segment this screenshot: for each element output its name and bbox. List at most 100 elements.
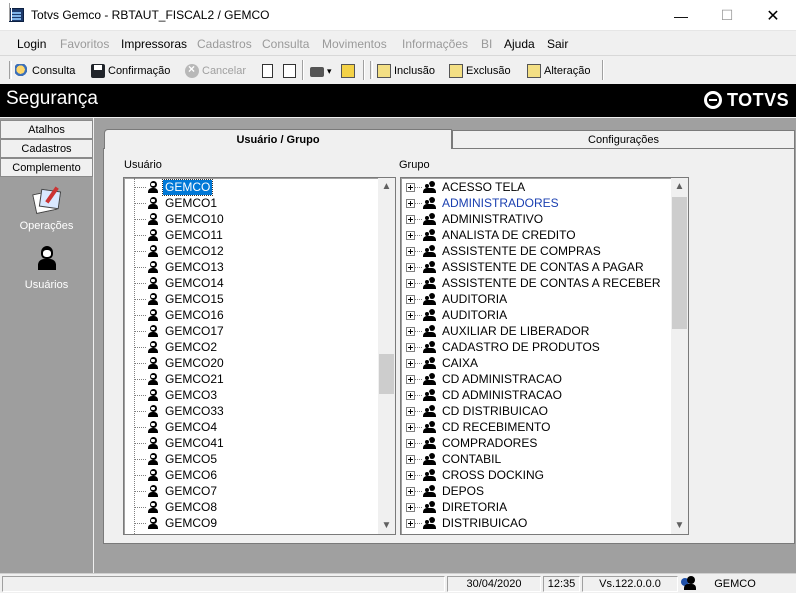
- scroll-down-arrow-icon[interactable]: ▼: [671, 517, 688, 534]
- user-tree-item[interactable]: GEMCO41: [124, 435, 376, 451]
- cancelar-button[interactable]: Cancelar: [185, 62, 246, 80]
- new-document-button[interactable]: [262, 62, 273, 80]
- scroll-up-arrow-icon[interactable]: ▲: [378, 178, 395, 195]
- expand-plus-icon[interactable]: [406, 231, 415, 240]
- sidebar-tab-cadastros[interactable]: Cadastros: [0, 139, 93, 158]
- user-tree-item[interactable]: GEMCO15: [124, 291, 376, 307]
- expand-plus-icon[interactable]: [406, 263, 415, 272]
- menu-item-movimentos[interactable]: Movimentos: [322, 37, 387, 51]
- confirmacao-button[interactable]: Confirmação: [91, 62, 170, 80]
- user-tree-item[interactable]: GEMCO7: [124, 483, 376, 499]
- menu-item-impressoras[interactable]: Impressoras: [121, 37, 187, 51]
- scroll-down-arrow-icon[interactable]: ▼: [378, 517, 395, 534]
- expand-plus-icon[interactable]: [406, 375, 415, 384]
- user-tree-item[interactable]: GEMCO20: [124, 355, 376, 371]
- user-tree-item[interactable]: GEMCO6: [124, 467, 376, 483]
- group-tree-item[interactable]: CAIXA: [401, 355, 669, 371]
- user-tree-item[interactable]: GEMCO13: [124, 259, 376, 275]
- user-tree-item[interactable]: GEMCO5: [124, 451, 376, 467]
- user-tree-item[interactable]: GEMCO33: [124, 403, 376, 419]
- group-tree-item[interactable]: CD DISTRIBUICAO: [401, 403, 669, 419]
- group-tree-item[interactable]: ADMINISTRADORES: [401, 195, 669, 211]
- menu-item-ajuda[interactable]: Ajuda: [504, 37, 535, 51]
- user-tree-item[interactable]: GEMCO9: [124, 515, 376, 531]
- menu-item-bi[interactable]: BI: [481, 37, 492, 51]
- group-tree-item[interactable]: ASSISTENTE DE CONTAS A PAGAR: [401, 259, 669, 275]
- menu-item-login[interactable]: Login: [17, 37, 46, 51]
- close-button[interactable]: ✕: [750, 0, 796, 31]
- expand-plus-icon[interactable]: [406, 183, 415, 192]
- user-tree-item[interactable]: GEMCO: [124, 178, 376, 196]
- exclusao-button[interactable]: Exclusão: [449, 62, 511, 80]
- user-tree-item[interactable]: GEMCO21: [124, 371, 376, 387]
- menu-item-sair[interactable]: Sair: [547, 37, 568, 51]
- group-tree-item[interactable]: AUDITORIA: [401, 307, 669, 323]
- group-tree-item[interactable]: ASSISTENTE DE COMPRAS: [401, 243, 669, 259]
- user-tree-item[interactable]: GEMCO11: [124, 227, 376, 243]
- user-list-scrollbar[interactable]: ▲ ▼: [378, 178, 395, 534]
- user-tree-item[interactable]: GEMCO14: [124, 275, 376, 291]
- user-tree-item[interactable]: GEMCO8: [124, 499, 376, 515]
- group-list-scrollbar[interactable]: ▲ ▼: [671, 178, 688, 534]
- expand-plus-icon[interactable]: [406, 503, 415, 512]
- tab-configuracoes[interactable]: Configurações: [452, 130, 795, 148]
- group-tree-item[interactable]: ACESSO TELA: [401, 179, 669, 195]
- group-tree-item[interactable]: CADASTRO DE PRODUTOS: [401, 339, 669, 355]
- group-tree-item[interactable]: DISTRIBUICAO: [401, 515, 669, 531]
- group-tree-item[interactable]: AUXILIAR DE LIBERADOR: [401, 323, 669, 339]
- expand-plus-icon[interactable]: [406, 295, 415, 304]
- group-tree-item[interactable]: ANALISTA DE CREDITO: [401, 227, 669, 243]
- scroll-thumb[interactable]: [672, 197, 687, 329]
- expand-plus-icon[interactable]: [406, 407, 415, 416]
- inclusao-button[interactable]: Inclusão: [377, 62, 435, 80]
- group-tree-item[interactable]: CONTABIL: [401, 451, 669, 467]
- expand-plus-icon[interactable]: [406, 423, 415, 432]
- expand-plus-icon[interactable]: [406, 343, 415, 352]
- sidebar-tab-complemento[interactable]: Complemento: [0, 158, 93, 177]
- sidebar-item-operacoes[interactable]: Operações: [0, 186, 93, 232]
- expand-plus-icon[interactable]: [406, 391, 415, 400]
- expand-plus-icon[interactable]: [406, 471, 415, 480]
- menu-item-cadastros[interactable]: Cadastros: [197, 37, 252, 51]
- menu-item-informacoes[interactable]: Informações: [402, 37, 468, 51]
- expand-plus-icon[interactable]: [406, 487, 415, 496]
- expand-plus-icon[interactable]: [406, 455, 415, 464]
- group-tree-item[interactable]: DEPOS: [401, 483, 669, 499]
- group-tree-item[interactable]: CD RECEBIMENTO: [401, 419, 669, 435]
- user-tree-item[interactable]: GEMCO3: [124, 387, 376, 403]
- group-tree-item[interactable]: CD ADMINISTRACAO: [401, 371, 669, 387]
- group-tree-item[interactable]: AUDITORIA: [401, 291, 669, 307]
- user-tree-item[interactable]: GEMCO4: [124, 419, 376, 435]
- group-tree-item[interactable]: COMPRADORES: [401, 435, 669, 451]
- scroll-up-arrow-icon[interactable]: ▲: [671, 178, 688, 195]
- user-tree-item[interactable]: GEMCO17: [124, 323, 376, 339]
- consulta-button[interactable]: Consulta: [15, 62, 75, 80]
- group-tree-item[interactable]: ADMINISTRATIVO: [401, 211, 669, 227]
- copy-document-button[interactable]: [283, 62, 296, 80]
- group-tree-list[interactable]: ACESSO TELA ADMINISTRADORES ADMINISTRATIVO…: [400, 177, 689, 535]
- scroll-thumb[interactable]: [379, 354, 394, 394]
- print-button[interactable]: ▾: [310, 62, 332, 80]
- tools-button[interactable]: [341, 62, 355, 80]
- menu-item-consulta[interactable]: Consulta: [262, 37, 309, 51]
- user-tree-list[interactable]: GEMCO GEMCO1 GEMCO10 GEMCO11 GEMCO12 GEMCO13 G…: [123, 177, 396, 535]
- user-tree-item[interactable]: GEMCO16: [124, 307, 376, 323]
- user-tree-item[interactable]: GEMCO12: [124, 243, 376, 259]
- group-tree-item[interactable]: CROSS DOCKING: [401, 467, 669, 483]
- sidebar-item-usuarios[interactable]: Usuários: [0, 246, 93, 291]
- sidebar-tab-atalhos[interactable]: Atalhos: [0, 120, 93, 139]
- expand-plus-icon[interactable]: [406, 311, 415, 320]
- menu-item-favoritos[interactable]: Favoritos: [60, 37, 109, 51]
- group-tree-item[interactable]: ASSISTENTE DE CONTAS A RECEBER: [401, 275, 669, 291]
- tab-user-group[interactable]: Usuário / Grupo: [104, 129, 452, 149]
- expand-plus-icon[interactable]: [406, 519, 415, 528]
- maximize-button[interactable]: ☐: [704, 0, 750, 31]
- expand-plus-icon[interactable]: [406, 247, 415, 256]
- expand-plus-icon[interactable]: [406, 439, 415, 448]
- expand-plus-icon[interactable]: [406, 327, 415, 336]
- user-tree-item[interactable]: GEMCO1: [124, 195, 376, 211]
- group-tree-item[interactable]: DIRETORIA: [401, 499, 669, 515]
- expand-plus-icon[interactable]: [406, 199, 415, 208]
- alteracao-button[interactable]: Alteração: [527, 62, 590, 80]
- minimize-button[interactable]: —: [658, 0, 704, 31]
